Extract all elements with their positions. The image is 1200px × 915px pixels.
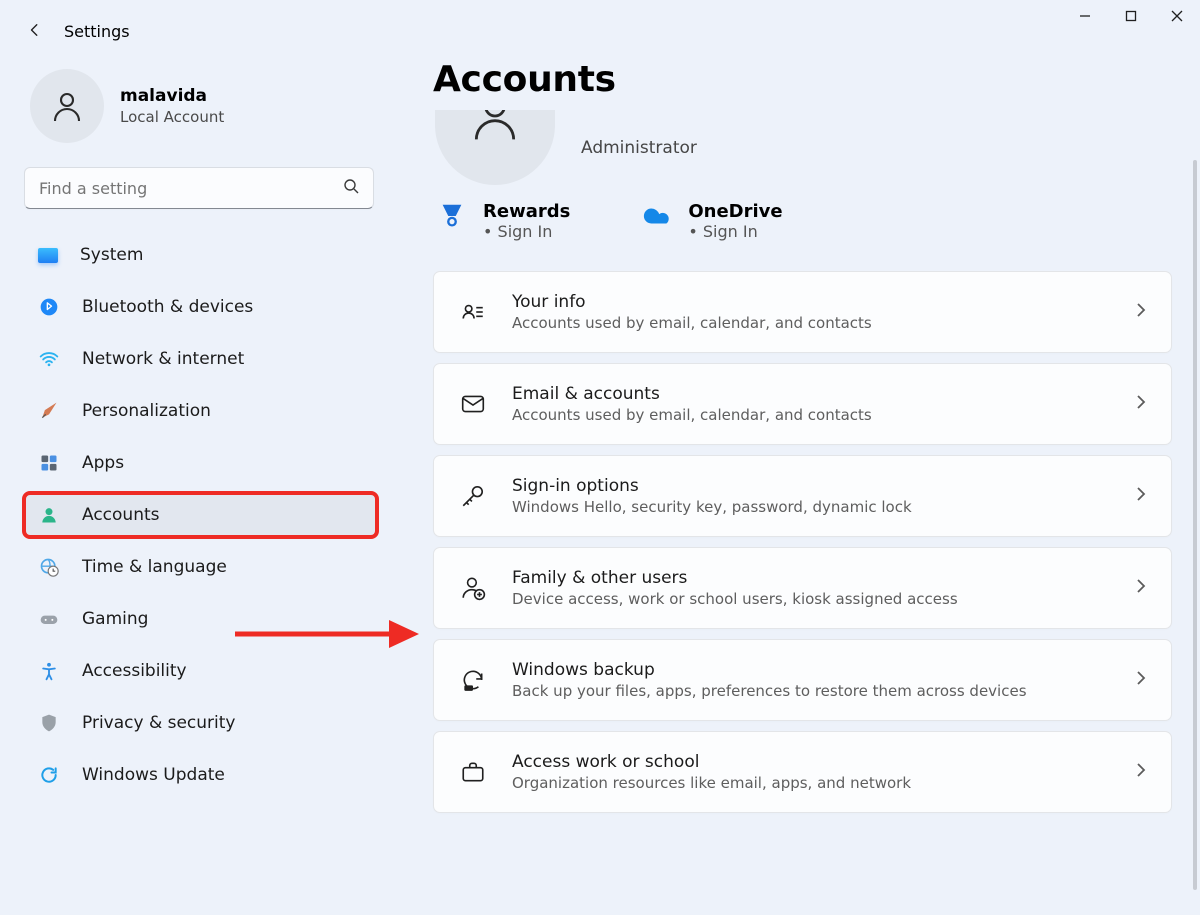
id-card-icon [458, 297, 488, 327]
card-sub: Device access, work or school users, kio… [512, 590, 1133, 608]
card-sub: Accounts used by email, calendar, and co… [512, 406, 1133, 424]
sidebar-item-system[interactable]: System [24, 233, 377, 277]
card-email-accounts[interactable]: Email & accounts Accounts used by email, … [433, 363, 1172, 445]
avatar-icon [30, 69, 104, 143]
sidebar-item-label: Bluetooth & devices [82, 297, 253, 317]
cloud-icon [642, 201, 672, 231]
maximize-button[interactable] [1108, 0, 1154, 32]
update-icon [38, 764, 60, 786]
sidebar-item-label: System [80, 245, 143, 265]
page-title: Accounts [433, 59, 1172, 100]
gaming-icon [38, 608, 60, 630]
key-icon [458, 481, 488, 511]
card-work-school[interactable]: Access work or school Organization resour… [433, 731, 1172, 813]
sidebar-item-gaming[interactable]: Gaming [24, 597, 377, 641]
sidebar-item-accounts[interactable]: Accounts [24, 493, 377, 537]
tile-rewards[interactable]: Rewards Sign In [437, 201, 570, 241]
close-button[interactable] [1154, 0, 1200, 32]
back-button[interactable] [28, 22, 42, 41]
sidebar-item-label: Accounts [82, 505, 160, 525]
card-signin-options[interactable]: Sign-in options Windows Hello, security k… [433, 455, 1172, 537]
chevron-right-icon [1133, 578, 1149, 598]
chevron-right-icon [1133, 394, 1149, 414]
person-add-icon [458, 573, 488, 603]
card-sub: Organization resources like email, apps,… [512, 774, 1133, 792]
search-icon [343, 178, 359, 198]
window-controls [1062, 0, 1200, 32]
sidebar-item-label: Gaming [82, 609, 148, 629]
tile-sub: Sign In [483, 222, 570, 241]
tile-onedrive[interactable]: OneDrive Sign In [642, 201, 782, 241]
monitor-icon [38, 248, 58, 263]
search-input[interactable] [39, 179, 343, 198]
card-windows-backup[interactable]: Windows backup Back up your files, apps, … [433, 639, 1172, 721]
sidebar-item-network[interactable]: Network & internet [24, 337, 377, 381]
sidebar-item-apps[interactable]: Apps [24, 441, 377, 485]
briefcase-icon [458, 757, 488, 787]
sidebar-item-label: Windows Update [82, 765, 225, 785]
card-family-other-users[interactable]: Family & other users Device access, work … [433, 547, 1172, 629]
card-title: Your info [512, 292, 1133, 312]
chevron-right-icon [1133, 486, 1149, 506]
sidebar-item-time[interactable]: Time & language [24, 545, 377, 589]
card-sub: Accounts used by email, calendar, and co… [512, 314, 1133, 332]
tile-title: Rewards [483, 201, 570, 222]
wifi-icon [38, 348, 60, 370]
sidebar-item-label: Personalization [82, 401, 211, 421]
bluetooth-icon [38, 296, 60, 318]
globe-clock-icon [38, 556, 60, 578]
sidebar-item-accessibility[interactable]: Accessibility [24, 649, 377, 693]
person-icon [38, 504, 60, 526]
sidebar-item-privacy[interactable]: Privacy & security [24, 701, 377, 745]
card-sub: Back up your files, apps, preferences to… [512, 682, 1133, 700]
backup-icon [458, 665, 488, 695]
user-type: Local Account [120, 108, 224, 126]
sidebar-item-label: Time & language [82, 557, 227, 577]
sidebar-item-update[interactable]: Windows Update [24, 753, 377, 797]
card-sub: Windows Hello, security key, password, d… [512, 498, 1133, 516]
card-title: Access work or school [512, 752, 1133, 772]
account-role: Administrator [581, 138, 697, 158]
card-title: Family & other users [512, 568, 1133, 588]
user-name: malavida [120, 86, 224, 106]
tile-title: OneDrive [688, 201, 782, 222]
card-title: Sign-in options [512, 476, 1133, 496]
card-title: Windows backup [512, 660, 1133, 680]
apps-icon [38, 452, 60, 474]
search-box[interactable] [24, 167, 374, 209]
sidebar-item-label: Privacy & security [82, 713, 236, 733]
chevron-right-icon [1133, 762, 1149, 782]
sidebar-item-bluetooth[interactable]: Bluetooth & devices [24, 285, 377, 329]
minimize-button[interactable] [1062, 0, 1108, 32]
chevron-right-icon [1133, 302, 1149, 322]
sidebar-item-label: Accessibility [82, 661, 187, 681]
account-avatar-large [435, 110, 555, 185]
tile-sub: Sign In [688, 222, 782, 241]
page-breadcrumb: Settings [64, 22, 130, 41]
shield-icon [38, 712, 60, 734]
current-user[interactable]: malavida Local Account [30, 69, 377, 143]
scrollbar[interactable] [1193, 160, 1197, 890]
paintbrush-icon [38, 400, 60, 422]
rewards-icon [437, 201, 467, 231]
mail-icon [458, 389, 488, 419]
sidebar-item-label: Apps [82, 453, 124, 473]
card-title: Email & accounts [512, 384, 1133, 404]
chevron-right-icon [1133, 670, 1149, 690]
accessibility-icon [38, 660, 60, 682]
card-your-info[interactable]: Your info Accounts used by email, calenda… [433, 271, 1172, 353]
sidebar-item-personalization[interactable]: Personalization [24, 389, 377, 433]
sidebar-item-label: Network & internet [82, 349, 244, 369]
